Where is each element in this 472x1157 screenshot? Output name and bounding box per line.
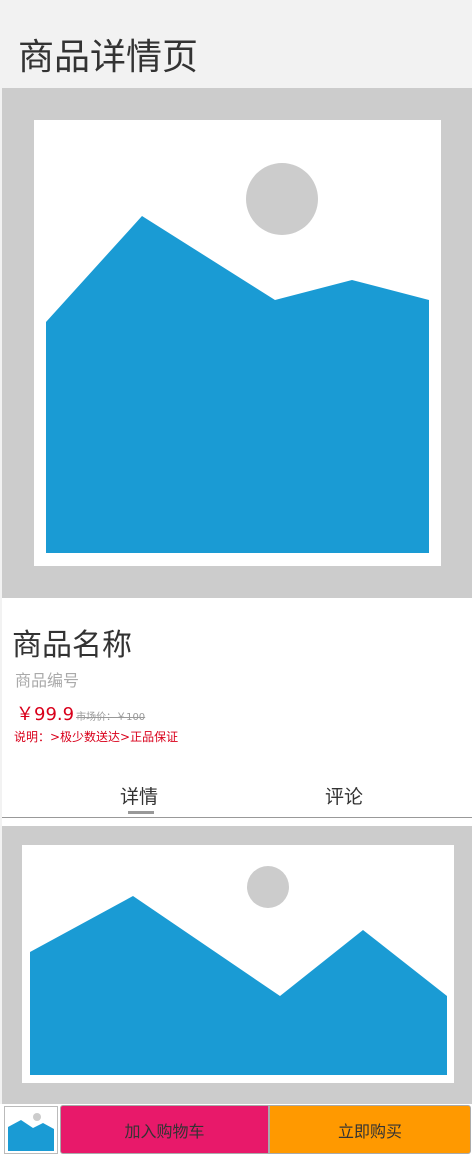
page-title: 商品详情页 (18, 37, 199, 78)
tab-review[interactable]: 评论 (325, 784, 363, 810)
product-main-image[interactable] (2, 88, 472, 598)
bottom-action-bar: 加入购物车 立即购买 (0, 1104, 472, 1154)
detail-tabs: 详情 评论 (2, 770, 472, 818)
product-price: ￥99.9 (16, 704, 75, 725)
product-info: 商品名称 商品编号 ￥99.9 市场价：￥100 说明：>极少数送达>正品保证 (0, 598, 472, 770)
active-tab-indicator (128, 811, 154, 814)
market-price: 市场价：￥100 (76, 712, 146, 723)
product-code: 商品编号 (15, 671, 80, 690)
image-placeholder-icon (34, 120, 441, 566)
product-detail-image (2, 826, 472, 1104)
image-placeholder-icon (7, 1109, 55, 1151)
image-placeholder-icon (22, 845, 454, 1083)
add-to-cart-button[interactable]: 加入购物车 (60, 1105, 269, 1154)
product-name: 商品名称 (12, 628, 132, 663)
buy-now-button[interactable]: 立即购买 (269, 1105, 471, 1154)
product-description: 说明：>极少数送达>正品保证 (14, 730, 179, 744)
page-header: 商品详情页 (0, 0, 472, 88)
product-thumbnail[interactable] (4, 1106, 58, 1154)
tab-detail[interactable]: 详情 (120, 784, 158, 810)
price-row: ￥99.9 市场价：￥100 (16, 700, 145, 726)
